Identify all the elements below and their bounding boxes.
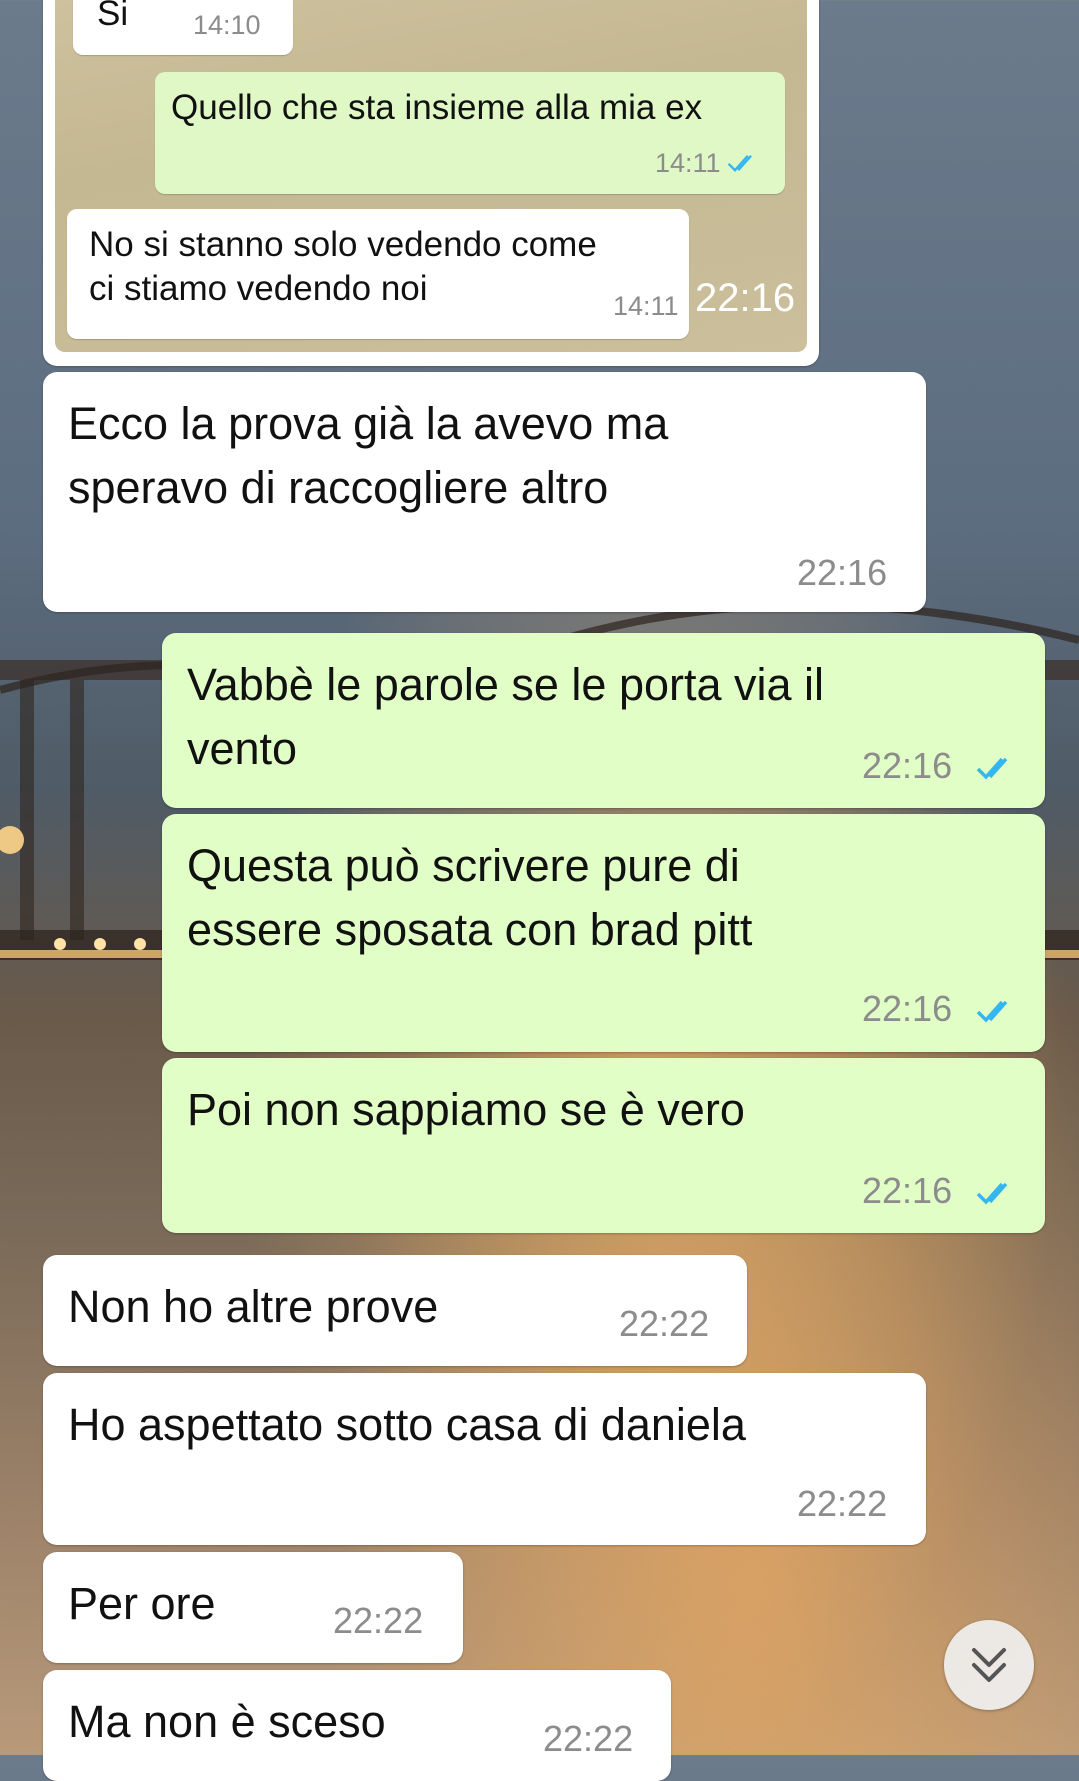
quoted-message-line: No si stanno solo vedendo come — [89, 225, 597, 264]
message-time: 22:16 — [695, 276, 796, 320]
quoted-message-time: 14:10 — [193, 10, 261, 40]
message-text: essere sposata con brad pitt — [187, 904, 753, 955]
incoming-message-bubble[interactable]: Ho aspettato sotto casa di daniela 22:22 — [43, 1373, 926, 1545]
message-time: 22:16 — [797, 552, 888, 593]
message-text: Questa può scrivere pure di — [187, 840, 740, 891]
message-text: speravo di raccogliere altro — [68, 462, 609, 513]
message-text: Non ho altre prove — [68, 1281, 439, 1332]
message-time: 22:22 — [543, 1718, 634, 1759]
message-text: Ma non è sceso — [68, 1696, 386, 1747]
message-time: 22:16 — [862, 988, 953, 1029]
message-time: 22:16 — [862, 745, 953, 786]
message-text: Poi non sappiamo se è vero — [187, 1084, 745, 1135]
message-time: 22:22 — [333, 1600, 424, 1641]
chevron-down-double-icon — [972, 1648, 1006, 1682]
quoted-message-time: 14:11 — [655, 148, 721, 178]
message-text: vento — [187, 723, 298, 774]
quoted-message-line: ci stiamo vedendo noi — [89, 269, 428, 308]
message-time: 22:16 — [862, 1170, 953, 1211]
incoming-message-bubble[interactable]: Non ho altre prove 22:22 — [43, 1255, 747, 1366]
quoted-message-time: 14:11 — [613, 291, 679, 321]
quoted-bubble-incoming: No si stanno solo vedendo come ci stiamo… — [67, 209, 689, 339]
message-text: Vabbè le parole se le porta via il — [187, 659, 825, 710]
quoted-message-text: Si — [97, 0, 129, 33]
incoming-message-bubble[interactable]: Ma non è sceso 22:22 — [43, 1670, 671, 1781]
message-time: 22:22 — [619, 1303, 710, 1344]
quoted-bubble-outgoing: Quello che sta insieme alla mia ex 14:11 — [155, 72, 785, 194]
outgoing-message-bubble[interactable]: Questa può scrivere pure di essere sposa… — [162, 814, 1045, 1052]
quoted-bubble-incoming: Si 14:10 — [73, 0, 293, 55]
double-check-icon — [976, 757, 1008, 780]
incoming-message-bubble[interactable]: Per ore 22:22 — [43, 1552, 463, 1663]
image-message-bubble[interactable]: Si 14:10 Quello che sta insieme alla mia… — [43, 0, 819, 366]
outgoing-message-bubble[interactable]: Poi non sappiamo se è vero 22:16 — [162, 1058, 1045, 1233]
outgoing-message-bubble[interactable]: Vabbè le parole se le porta via il vento… — [162, 633, 1045, 808]
screenshot-image[interactable]: Si 14:10 Quello che sta insieme alla mia… — [55, 0, 807, 352]
double-check-icon — [976, 1182, 1008, 1205]
message-text: Ho aspettato sotto casa di daniela — [68, 1399, 746, 1450]
message-time: 22:22 — [797, 1483, 888, 1524]
scroll-to-bottom-button[interactable] — [944, 1620, 1034, 1710]
message-text: Ecco la prova già la avevo ma — [68, 398, 669, 449]
double-check-icon — [976, 1000, 1008, 1023]
quoted-message-text: Quello che sta insieme alla mia ex — [171, 88, 703, 127]
double-check-icon — [727, 155, 752, 172]
message-text: Per ore — [68, 1578, 216, 1629]
incoming-message-bubble[interactable]: Ecco la prova già la avevo ma speravo di… — [43, 372, 926, 612]
